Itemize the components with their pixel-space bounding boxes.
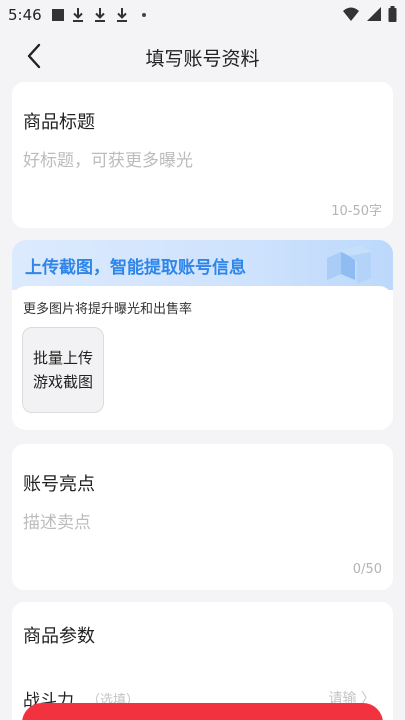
more-notifications-dot-icon (142, 13, 146, 17)
upload-box-line1: 批量上传 (32, 349, 93, 367)
status-time: 5:46 (8, 6, 42, 24)
status-notification-icons (52, 6, 146, 24)
status-bar: 5:46 (0, 0, 405, 30)
download-icon (117, 8, 127, 22)
status-system-icons (342, 6, 397, 22)
product-title-input[interactable]: 好标题，可获更多曝光 (23, 146, 193, 171)
upload-body: 更多图片将提升曝光和出售率 批量上传 游戏截图 (12, 286, 393, 430)
batch-upload-button[interactable]: 批量上传 游戏截图 (22, 327, 104, 413)
signal-icon (367, 7, 381, 21)
upload-hint: 更多图片将提升曝光和出售率 (23, 302, 193, 317)
account-highlight-label: 账号亮点 (23, 474, 95, 495)
download-icon (73, 8, 83, 22)
account-highlight-card: 账号亮点 描述卖点 0/50 (12, 444, 393, 590)
battery-icon (388, 6, 397, 22)
upload-screenshot-card: 上传截图，智能提取账号信息 更多图片将提升曝光和出售率 批量上传 游戏截图 (12, 240, 393, 430)
product-title-card: 商品标题 好标题，可获更多曝光 10-50字 (12, 82, 393, 228)
product-title-label: 商品标题 (23, 112, 95, 133)
account-highlight-input[interactable]: 描述卖点 (23, 508, 91, 533)
upload-banner-title: 上传截图，智能提取账号信息 (25, 258, 246, 278)
upload-banner: 上传截图，智能提取账号信息 (12, 240, 393, 290)
product-title-counter: 10-50字 (331, 204, 382, 219)
cube-decoration-icon (327, 246, 371, 284)
page: 5:46 填写账号资料 商品标题 好标题，可获更多曝光 10-50字 上传截图，… (0, 0, 405, 720)
page-title: 填写账号资料 (145, 48, 260, 70)
nav-header: 填写账号资料 (0, 30, 405, 82)
notification-square-icon (52, 9, 64, 21)
product-params-label: 商品参数 (23, 626, 95, 647)
wifi-icon (343, 7, 359, 21)
submit-button[interactable] (22, 703, 383, 720)
account-highlight-counter: 0/50 (352, 562, 382, 577)
download-icon (95, 8, 105, 22)
upload-box-line2: 游戏截图 (32, 373, 93, 391)
